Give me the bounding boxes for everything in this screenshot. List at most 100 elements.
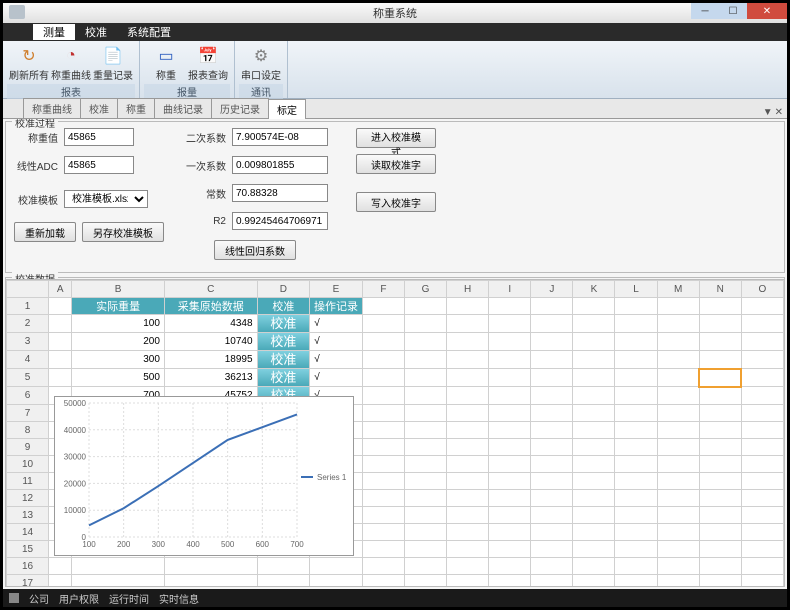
empty-cell[interactable] (404, 473, 446, 490)
empty-cell[interactable] (573, 298, 615, 315)
coef1-input[interactable] (232, 156, 328, 174)
empty-cell[interactable] (447, 558, 489, 575)
empty-cell[interactable] (741, 558, 783, 575)
empty-cell[interactable] (489, 575, 531, 588)
data-cell[interactable]: √ (310, 351, 363, 369)
empty-cell[interactable] (741, 575, 783, 588)
empty-cell[interactable] (741, 490, 783, 507)
empty-cell[interactable] (531, 333, 573, 351)
empty-cell[interactable] (741, 351, 783, 369)
empty-cell[interactable] (699, 369, 741, 387)
adc-input[interactable] (64, 156, 134, 174)
empty-cell[interactable] (573, 541, 615, 558)
empty-cell[interactable] (741, 422, 783, 439)
ribbon-称重[interactable]: ▭称重 (148, 45, 184, 82)
tab-dropdown-icon[interactable]: ▼ (763, 107, 773, 118)
const-input[interactable] (232, 184, 328, 202)
row-header[interactable]: 16 (7, 558, 49, 575)
minimize-button[interactable]: ─ (691, 3, 719, 19)
empty-cell[interactable] (741, 507, 783, 524)
empty-cell[interactable] (741, 369, 783, 387)
empty-cell[interactable] (49, 333, 72, 351)
empty-cell[interactable] (573, 422, 615, 439)
calib-cell-button[interactable]: 校准 (258, 315, 310, 332)
empty-cell[interactable] (573, 575, 615, 588)
empty-cell[interactable] (657, 387, 699, 405)
empty-cell[interactable] (447, 422, 489, 439)
empty-cell[interactable] (657, 422, 699, 439)
row-header[interactable]: 17 (7, 575, 49, 588)
empty-cell[interactable] (257, 558, 310, 575)
row-header[interactable]: 2 (7, 315, 49, 333)
read-calib-button[interactable]: 读取校准字 (356, 154, 436, 174)
empty-cell[interactable] (699, 456, 741, 473)
empty-cell[interactable] (741, 298, 783, 315)
empty-cell[interactable] (447, 351, 489, 369)
col-header[interactable]: O (741, 281, 783, 298)
row-header[interactable]: 12 (7, 490, 49, 507)
empty-cell[interactable] (741, 315, 783, 333)
empty-cell[interactable] (657, 524, 699, 541)
empty-cell[interactable] (615, 575, 657, 588)
empty-cell[interactable] (489, 558, 531, 575)
status-runtime[interactable]: 运行时间 (109, 591, 149, 606)
empty-cell[interactable] (404, 456, 446, 473)
empty-cell[interactable] (72, 575, 165, 588)
empty-cell[interactable] (573, 315, 615, 333)
empty-cell[interactable] (531, 315, 573, 333)
data-cell[interactable]: √ (310, 369, 363, 387)
empty-cell[interactable] (615, 351, 657, 369)
empty-cell[interactable] (404, 422, 446, 439)
empty-cell[interactable] (699, 315, 741, 333)
data-cell[interactable]: 18995 (164, 351, 257, 369)
empty-cell[interactable] (573, 490, 615, 507)
empty-cell[interactable] (531, 351, 573, 369)
empty-cell[interactable] (531, 422, 573, 439)
empty-cell[interactable] (447, 405, 489, 422)
empty-cell[interactable] (489, 369, 531, 387)
empty-cell[interactable] (362, 315, 404, 333)
ribbon-称重曲线[interactable]: ◔称重曲线 (53, 45, 89, 82)
row-header[interactable]: 4 (7, 351, 49, 369)
empty-cell[interactable] (404, 315, 446, 333)
empty-cell[interactable] (657, 507, 699, 524)
col-header[interactable]: L (615, 281, 657, 298)
col-header[interactable]: E (310, 281, 363, 298)
empty-cell[interactable] (404, 333, 446, 351)
col-header[interactable]: A (49, 281, 72, 298)
tab-校准[interactable]: 校准 (80, 98, 118, 118)
empty-cell[interactable] (573, 524, 615, 541)
empty-cell[interactable] (615, 490, 657, 507)
row-header[interactable]: 6 (7, 387, 49, 405)
empty-cell[interactable] (489, 524, 531, 541)
ribbon-重量记录[interactable]: 📄重量记录 (95, 45, 131, 82)
empty-cell[interactable] (657, 490, 699, 507)
col-header[interactable]: J (531, 281, 573, 298)
data-cell[interactable]: 校准 (257, 315, 310, 333)
empty-cell[interactable] (447, 298, 489, 315)
empty-cell[interactable] (657, 473, 699, 490)
empty-cell[interactable] (49, 315, 72, 333)
empty-cell[interactable] (404, 507, 446, 524)
empty-cell[interactable] (489, 333, 531, 351)
empty-cell[interactable] (404, 405, 446, 422)
empty-cell[interactable] (657, 298, 699, 315)
empty-cell[interactable] (573, 456, 615, 473)
empty-cell[interactable] (531, 456, 573, 473)
tab-称重曲线[interactable]: 称重曲线 (23, 98, 81, 118)
empty-cell[interactable] (489, 473, 531, 490)
ribbon-刷新所有[interactable]: ↻刷新所有 (11, 45, 47, 82)
menu-sysconfig[interactable]: 系统配置 (117, 24, 181, 40)
col-header[interactable]: K (573, 281, 615, 298)
empty-cell[interactable] (404, 387, 446, 405)
empty-cell[interactable] (531, 575, 573, 588)
empty-cell[interactable] (362, 298, 404, 315)
empty-cell[interactable] (164, 575, 257, 588)
empty-cell[interactable] (699, 558, 741, 575)
empty-cell[interactable] (657, 456, 699, 473)
empty-cell[interactable] (404, 524, 446, 541)
empty-cell[interactable] (362, 558, 404, 575)
empty-cell[interactable] (362, 333, 404, 351)
data-cell[interactable]: 校准 (257, 351, 310, 369)
empty-cell[interactable] (489, 405, 531, 422)
